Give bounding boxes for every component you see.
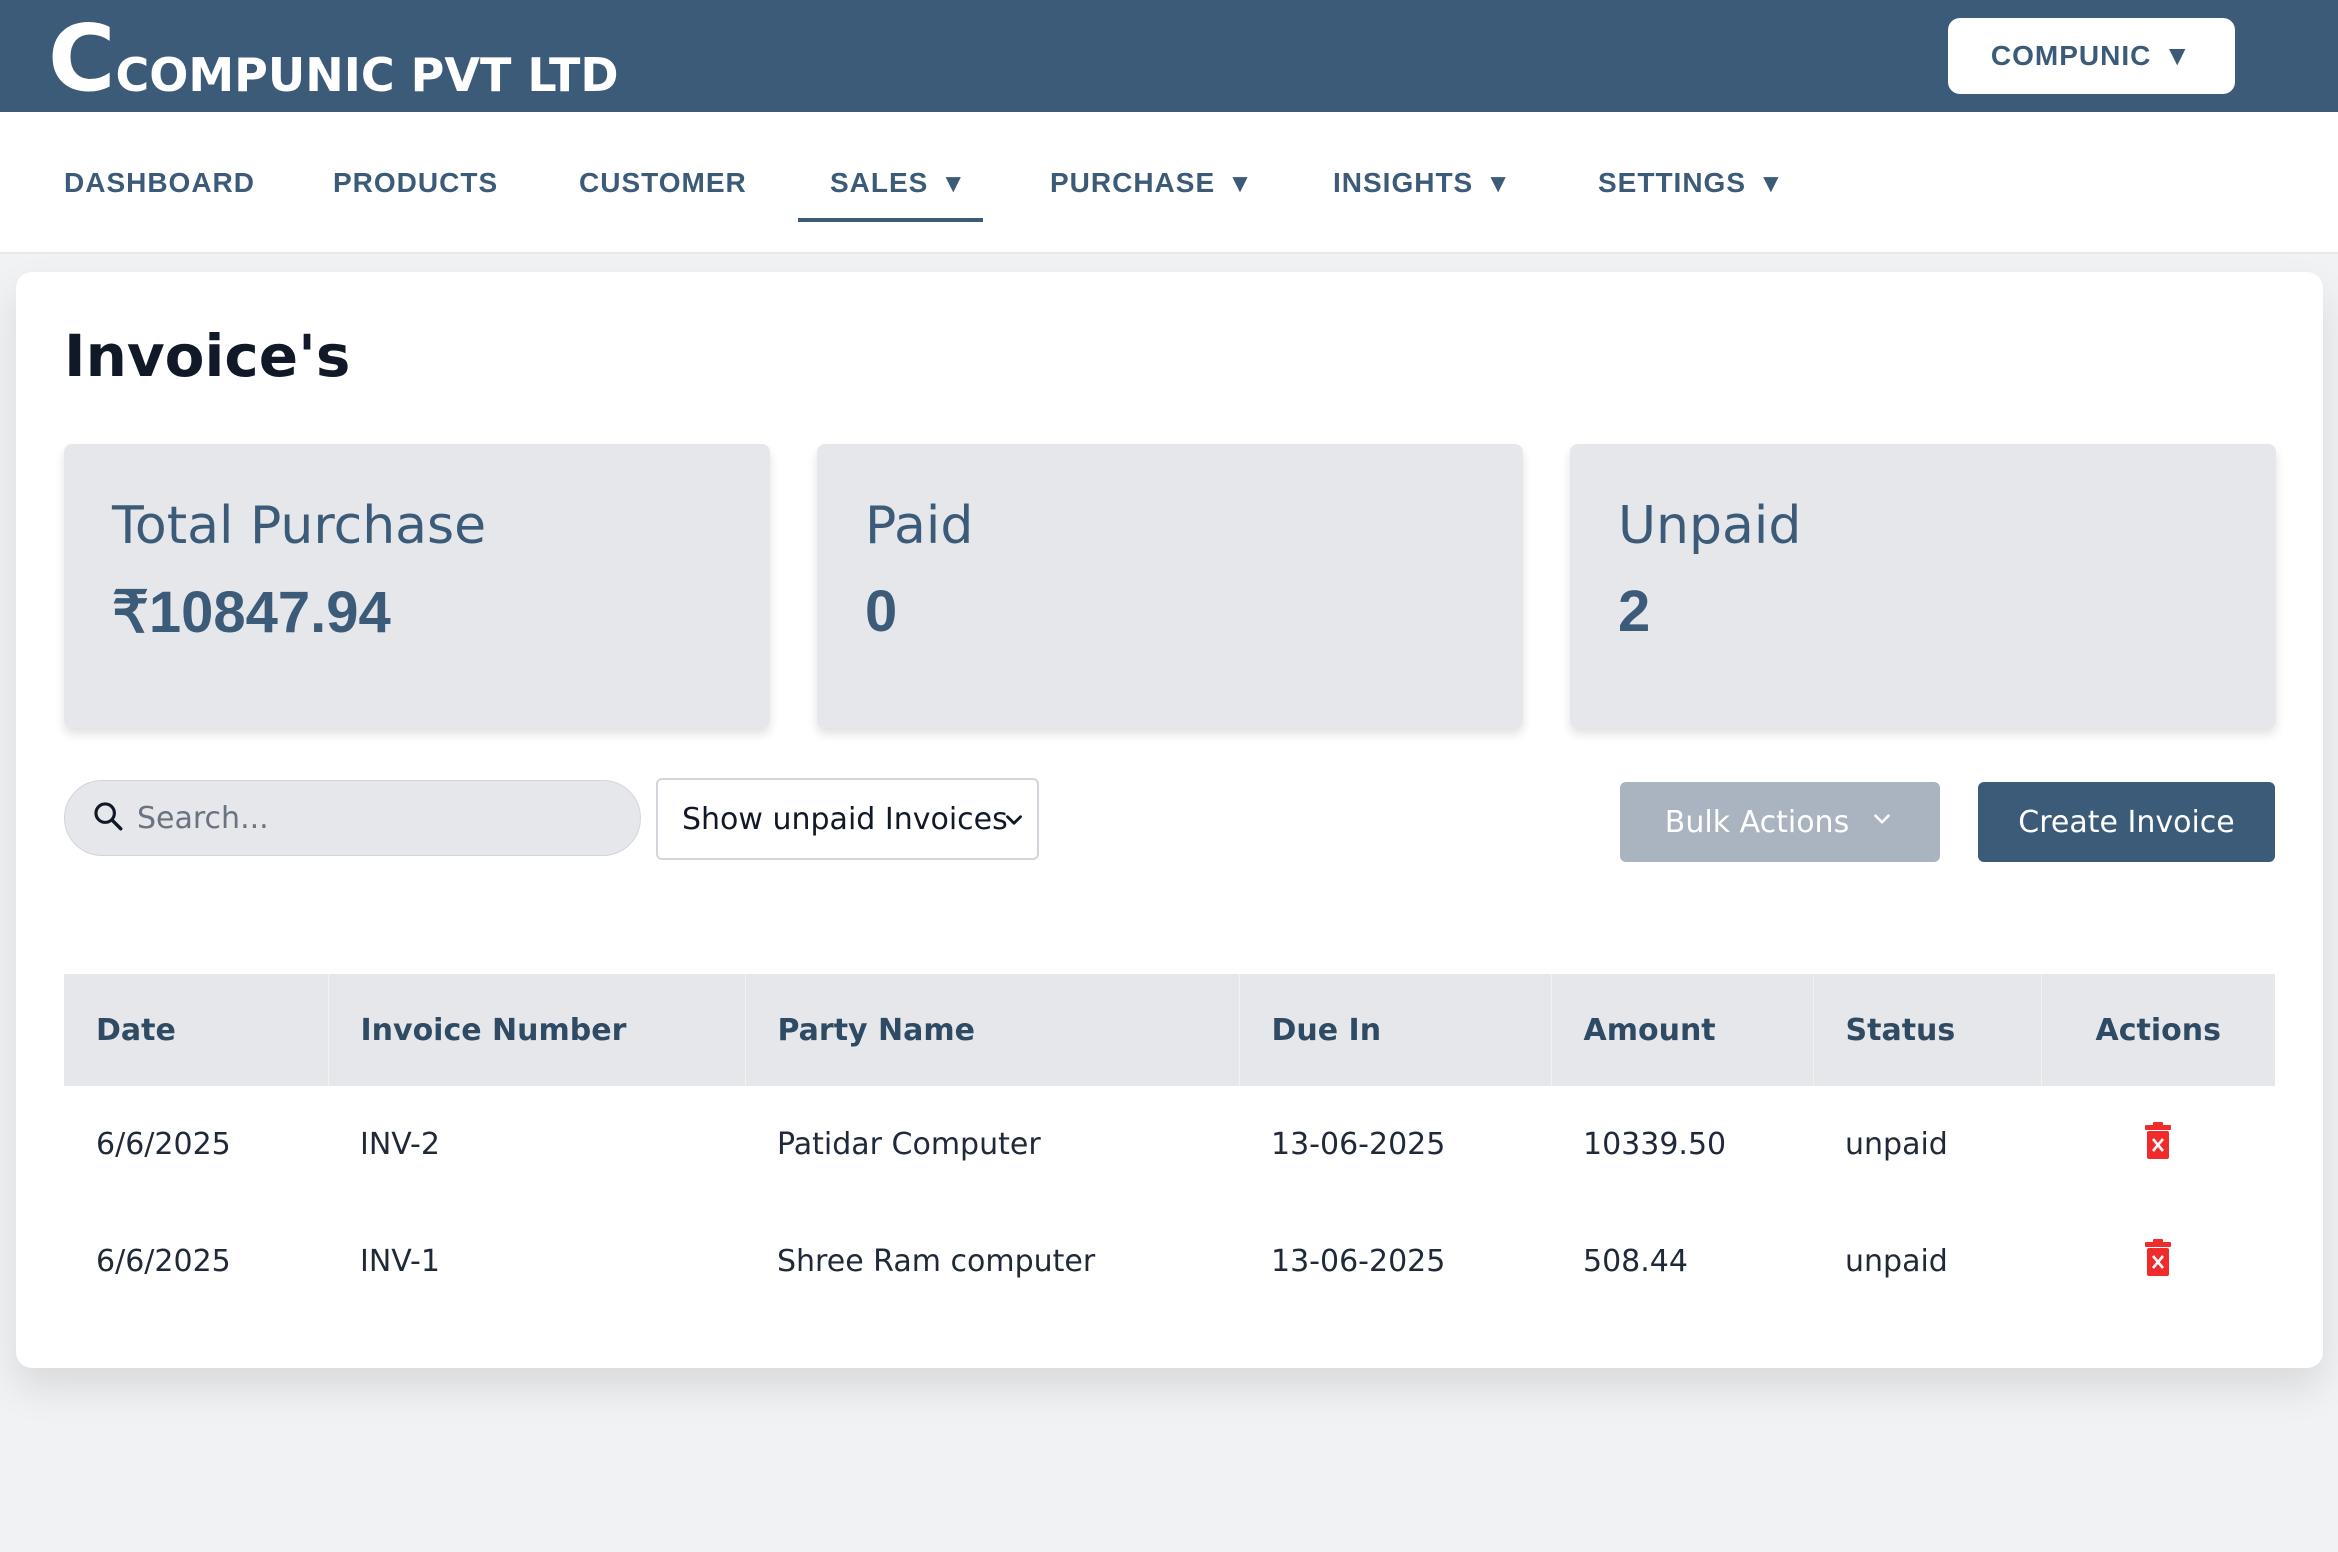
- chevron-down-icon: [1869, 805, 1895, 840]
- nav-item-settings[interactable]: SETTINGS ▼: [1598, 112, 1785, 254]
- cell-due-in: 13-06-2025: [1271, 1127, 1446, 1162]
- caret-down-icon: ▼: [940, 167, 968, 198]
- cell-amount: 10339.50: [1583, 1127, 1727, 1162]
- stat-label: Total Purchase: [112, 496, 487, 556]
- search-box[interactable]: [64, 780, 641, 856]
- column-header-status[interactable]: Status: [1813, 974, 2042, 1086]
- nav-item-customer[interactable]: CUSTOMER: [579, 112, 747, 254]
- column-header-due-in[interactable]: Due In: [1239, 974, 1552, 1086]
- stat-card-total-purchase: Total Purchase ₹10847.94: [64, 444, 770, 728]
- nav-label: INSIGHTS: [1333, 167, 1474, 198]
- chevron-down-icon: [1001, 806, 1027, 841]
- invoices-table: Date Invoice Number Party Name Due In Am…: [64, 974, 2275, 1320]
- bulk-actions-button[interactable]: Bulk Actions: [1620, 782, 1940, 862]
- cell-actions: [2041, 1086, 2275, 1203]
- top-header: C COMPUNIC PVT LTD COMPUNIC ▼: [0, 0, 2338, 112]
- nav-label: PRODUCTS: [333, 167, 499, 198]
- table-header-row: Date Invoice Number Party Name Due In Am…: [64, 974, 2275, 1086]
- cell-invoice-number: INV-2: [360, 1127, 440, 1162]
- trash-icon[interactable]: [2143, 1238, 2173, 1285]
- cell-party-name: Shree Ram computer: [777, 1244, 1096, 1279]
- column-header-actions: Actions: [2095, 1012, 2221, 1048]
- column-header-invoice-number[interactable]: Invoice Number: [328, 974, 746, 1086]
- cell-actions: [2041, 1203, 2275, 1320]
- company-name: COMPUNIC PVT LTD: [115, 48, 619, 102]
- create-invoice-button[interactable]: Create Invoice: [1978, 782, 2275, 862]
- stat-value: 0: [865, 579, 898, 644]
- stat-value: 2: [1618, 579, 1651, 644]
- nav-item-insights[interactable]: INSIGHTS ▼: [1333, 112, 1512, 254]
- nav-label: SETTINGS: [1598, 167, 1747, 198]
- table-row[interactable]: 6/6/2025 INV-2 Patidar Computer 13-06-20…: [64, 1086, 2275, 1203]
- search-input[interactable]: [137, 800, 607, 836]
- nav-label: DASHBOARD: [64, 167, 255, 198]
- nav-label: SALES: [830, 167, 929, 198]
- create-invoice-label: Create Invoice: [2018, 804, 2235, 840]
- search-icon: [91, 799, 125, 838]
- logo-letter: C: [48, 5, 116, 112]
- table-row[interactable]: 6/6/2025 INV-1 Shree Ram computer 13-06-…: [64, 1203, 2275, 1320]
- nav-item-products[interactable]: PRODUCTS: [333, 112, 498, 254]
- cell-amount: 508.44: [1583, 1244, 1688, 1279]
- brand-logo[interactable]: C COMPUNIC PVT LTD: [48, 5, 619, 112]
- caret-down-icon: ▼: [2163, 40, 2193, 71]
- cell-status: unpaid: [1845, 1244, 1948, 1279]
- nav-item-sales[interactable]: SALES ▼: [797, 112, 984, 254]
- bulk-actions-label: Bulk Actions: [1664, 804, 1850, 840]
- stat-card-unpaid: Unpaid 2: [1570, 444, 2276, 728]
- cell-status: unpaid: [1845, 1127, 1948, 1162]
- company-dropdown-label: COMPUNIC: [1990, 40, 2152, 71]
- invoice-filter-select[interactable]: Show unpaid Invoices: [656, 778, 1039, 860]
- caret-down-icon: ▼: [1227, 167, 1254, 198]
- trash-icon[interactable]: [2143, 1121, 2173, 1168]
- stat-label: Unpaid: [1618, 496, 1802, 556]
- stat-value: ₹10847.94: [112, 580, 391, 645]
- nav-label: PURCHASE: [1050, 167, 1216, 198]
- stat-label: Paid: [865, 496, 974, 556]
- cell-date: 6/6/2025: [96, 1244, 231, 1279]
- nav-item-purchase[interactable]: PURCHASE ▼: [1050, 112, 1254, 254]
- caret-down-icon: ▼: [1758, 167, 1785, 198]
- column-header-date[interactable]: Date: [64, 974, 329, 1086]
- cell-party-name: Patidar Computer: [777, 1127, 1041, 1162]
- cell-due-in: 13-06-2025: [1271, 1244, 1446, 1279]
- cell-date: 6/6/2025: [96, 1127, 231, 1162]
- nav-item-dashboard[interactable]: DASHBOARD: [64, 112, 255, 254]
- main-nav: DASHBOARD PRODUCTS CUSTOMER SALES ▼ PURC…: [0, 112, 2338, 254]
- page-title: Invoice's: [64, 322, 351, 390]
- invoices-panel: Invoice's Total Purchase ₹10847.94 Paid …: [16, 272, 2323, 1368]
- column-header-amount[interactable]: Amount: [1551, 974, 1814, 1086]
- cell-invoice-number: INV-1: [360, 1244, 440, 1279]
- company-account-dropdown[interactable]: COMPUNIC ▼: [1948, 18, 2235, 94]
- caret-down-icon: ▼: [1485, 167, 1512, 198]
- stat-card-paid: Paid 0: [817, 444, 1523, 728]
- column-header-party-name[interactable]: Party Name: [745, 974, 1240, 1086]
- filter-selected-value: Show unpaid Invoices: [682, 801, 1008, 837]
- nav-label: CUSTOMER: [579, 167, 747, 198]
